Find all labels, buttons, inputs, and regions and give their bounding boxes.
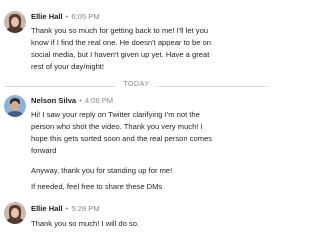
message-line: social media, but I haven't given up yet… (31, 50, 210, 59)
message-line: know if I find the real one. He doesn't … (31, 38, 212, 47)
timestamp: 6:05 PM (71, 12, 100, 21)
person-avatar-icon (4, 202, 26, 224)
timestamp: 5:28 PM (71, 204, 100, 213)
divider-line (157, 86, 267, 87)
message-body: Thank you so much for getting back to me… (31, 25, 267, 73)
message-line: Thank you so much for getting back to me… (31, 26, 209, 35)
person-avatar-icon (4, 95, 26, 117)
message-line: Thank you so much! I will do so. (31, 219, 140, 228)
sender-name[interactable]: Ellie Hall (31, 204, 63, 213)
message-line: Hi! I saw your reply on Twitter clarifyi… (31, 110, 200, 119)
nelson-avatar[interactable] (4, 95, 26, 117)
timestamp: 4:06 PM (84, 96, 114, 105)
message-header: Ellie Hall • 6:05 PM (31, 12, 100, 24)
separator-dot: • (65, 12, 69, 21)
message-body: Thank you so much! I will do so. (31, 218, 267, 230)
message-line: If needed, feel free to share these DMs (31, 182, 163, 191)
separator-dot: • (79, 96, 82, 105)
message-thread: Ellie Hall • 6:05 PM Thank you so much for… (0, 0, 271, 240)
date-divider: TODAY (4, 80, 267, 92)
message-body: If needed, feel free to share these DMs (31, 181, 267, 193)
message-line: person who shot the video. Thank you ver… (31, 122, 203, 131)
message-body: Hi! I saw your reply on Twitter clarifyi… (31, 109, 267, 157)
message-body: Anyway, thank you for standing up for me… (31, 165, 267, 177)
divider-label: TODAY (123, 81, 150, 88)
separator-dot: • (65, 204, 69, 213)
sender-name[interactable]: Nelson Silva (31, 96, 76, 105)
message-header: Ellie Hall • 5:28 PM (31, 204, 100, 216)
message-line: hope this gets sorted soon and the real … (31, 134, 213, 143)
ellie-avatar[interactable] (4, 202, 26, 224)
message-line: rest of your day/night! (31, 62, 105, 71)
message-line: Anyway, thank you for standing up for me… (31, 166, 173, 175)
ellie-avatar[interactable] (4, 11, 26, 33)
sender-name[interactable]: Ellie Hall (31, 12, 63, 21)
divider-line (4, 86, 116, 87)
message-line: forward (31, 146, 57, 155)
person-avatar-icon (4, 11, 26, 33)
message-header: Nelson Silva • 4:06 PM (31, 96, 113, 108)
